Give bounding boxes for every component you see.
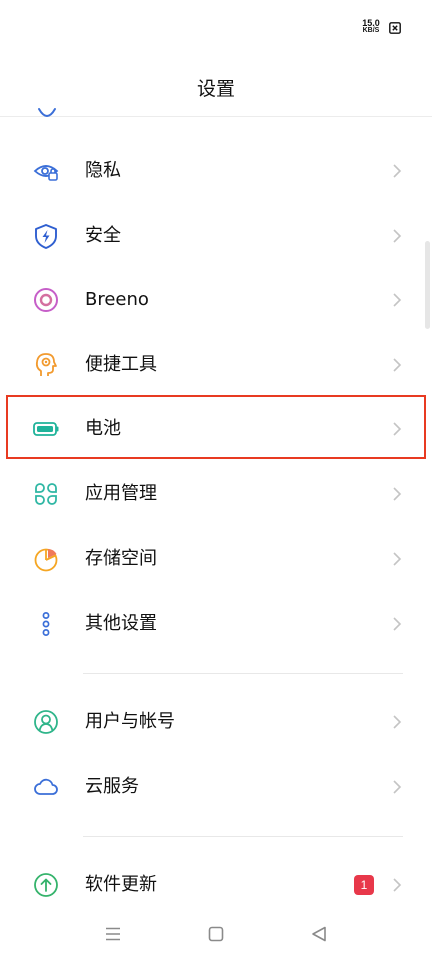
settings-row-cloud[interactable]: 云服务: [0, 755, 432, 819]
convenience-tools-icon: [35, 353, 57, 376]
settings-row-app-management[interactable]: 应用管理: [0, 462, 432, 526]
breeno-icon: [34, 288, 58, 312]
user-account-icon: [34, 710, 58, 734]
group-divider: [83, 836, 403, 837]
settings-row-convenience-tools[interactable]: 便捷工具: [0, 333, 432, 397]
chevron-right-icon: [393, 617, 402, 631]
security-shield-icon: [35, 224, 57, 249]
navigation-bar: [0, 910, 432, 960]
settings-row-label: 用户与帐号: [85, 711, 175, 732]
settings-row-breeno[interactable]: Breeno: [0, 268, 432, 332]
scrollbar[interactable]: [425, 241, 430, 329]
settings-row-label: 安全: [85, 225, 121, 246]
settings-row-security[interactable]: 安全: [0, 204, 432, 268]
no-sim-icon: [389, 22, 401, 34]
settings-row-storage[interactable]: 存储空间: [0, 527, 432, 591]
settings-row-label: Breeno: [85, 289, 149, 310]
net-speed-value: 15.0: [362, 18, 380, 28]
chevron-right-icon: [393, 229, 402, 243]
settings-row-label: 隐私: [85, 160, 121, 181]
chevron-right-icon: [393, 358, 402, 372]
settings-row-label: 软件更新: [85, 874, 157, 895]
group-divider: [83, 673, 403, 674]
cloud-icon: [34, 778, 58, 795]
chevron-right-icon: [393, 487, 402, 501]
chevron-right-icon: [393, 715, 402, 729]
settings-row-software-update[interactable]: 软件更新 1: [0, 853, 432, 917]
privacy-eye-icon: [33, 165, 59, 181]
home-icon[interactable]: [206, 924, 226, 944]
settings-row-label: 存储空间: [85, 548, 157, 569]
software-update-icon: [34, 873, 58, 897]
update-count-badge: 1: [354, 875, 374, 895]
chevron-right-icon: [393, 552, 402, 566]
partial-scrolled-icon: [38, 108, 56, 117]
title-divider: [0, 116, 432, 117]
page-title: 设置: [196, 78, 235, 100]
chevron-right-icon: [393, 878, 402, 892]
highlight-box-battery: [6, 395, 426, 459]
storage-pie-icon: [34, 548, 58, 572]
other-settings-icon: [42, 612, 50, 636]
chevron-right-icon: [393, 293, 402, 307]
settings-row-other[interactable]: 其他设置: [0, 592, 432, 656]
settings-row-label: 便捷工具: [85, 354, 157, 375]
network-speed-indicator: 15.0 KB/S: [356, 19, 386, 35]
settings-row-label: 云服务: [85, 776, 139, 797]
menu-icon[interactable]: [103, 924, 123, 944]
settings-row-label: 应用管理: [85, 483, 157, 504]
net-speed-unit: KB/S: [362, 27, 380, 34]
status-bar: 15.0 KB/S: [0, 0, 432, 56]
back-icon[interactable]: [309, 924, 329, 944]
settings-row-privacy[interactable]: 隐私: [0, 139, 432, 203]
app-management-icon: [35, 483, 57, 505]
chevron-right-icon: [393, 164, 402, 178]
settings-row-label: 其他设置: [85, 613, 157, 634]
settings-row-user-account[interactable]: 用户与帐号: [0, 690, 432, 754]
chevron-right-icon: [393, 780, 402, 794]
